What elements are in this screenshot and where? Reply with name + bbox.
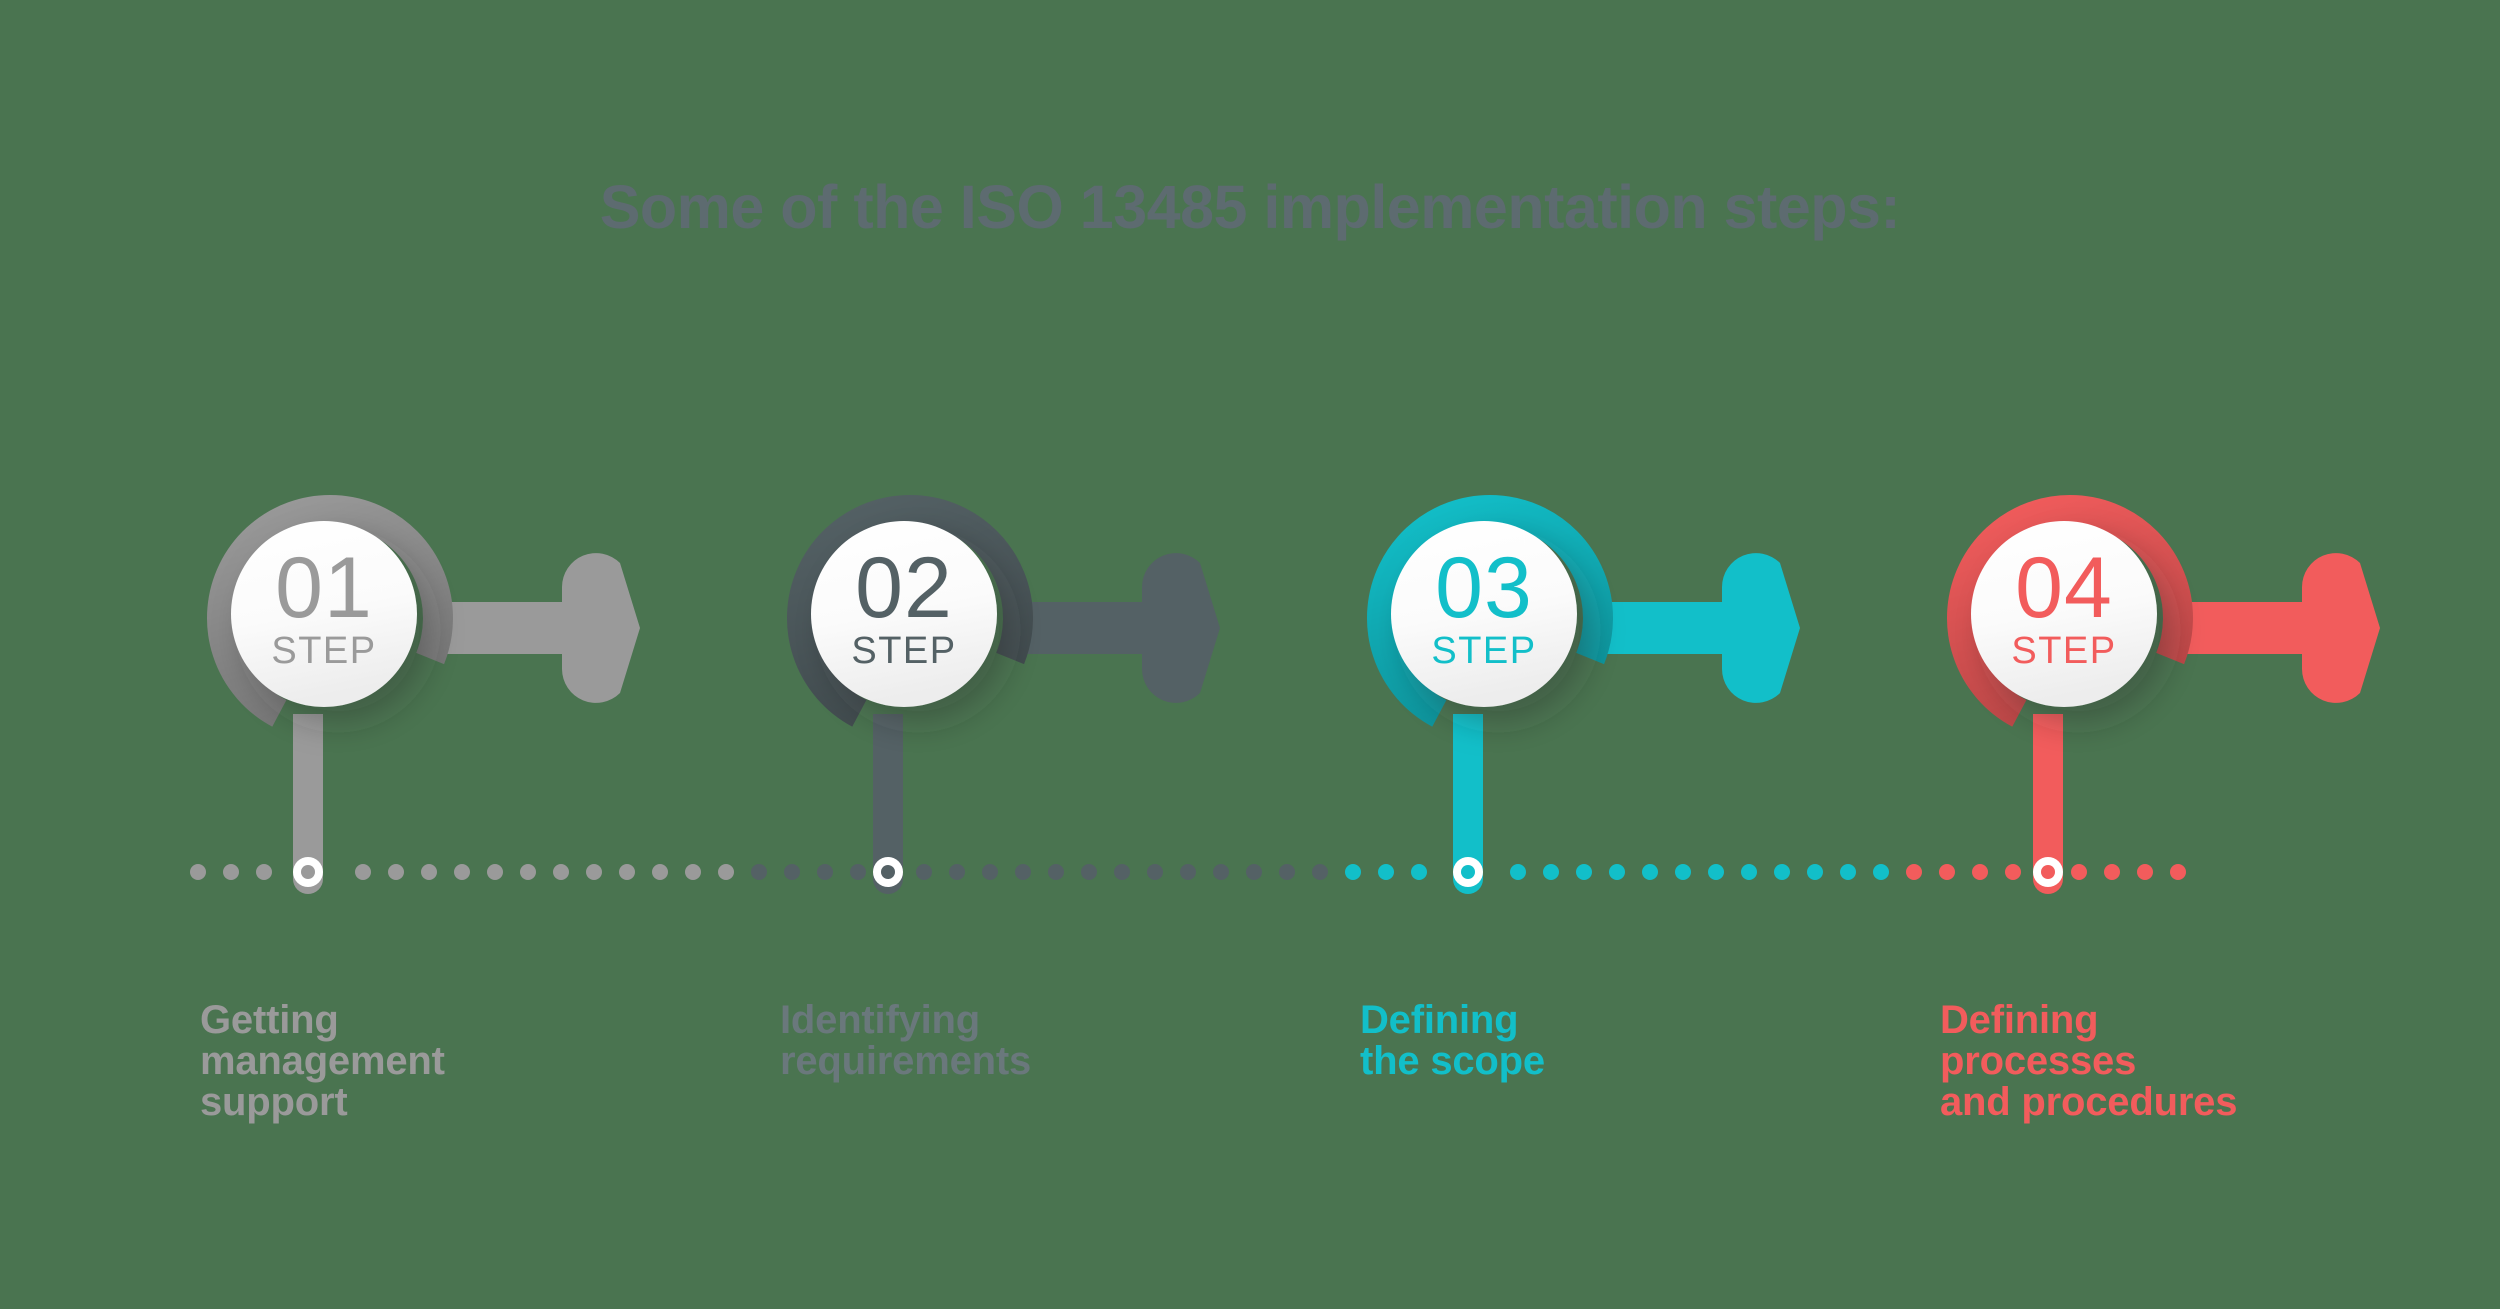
baseline-dot bbox=[1411, 864, 1427, 880]
stem-marker-inner bbox=[881, 865, 895, 879]
baseline-dot bbox=[1609, 864, 1625, 880]
step-caption-1: Getting management support bbox=[200, 998, 445, 1124]
step-disc bbox=[1971, 521, 2157, 707]
dotted-baseline bbox=[190, 864, 2186, 880]
stem-marker-inner bbox=[1461, 865, 1475, 879]
stem-marker-inner bbox=[301, 865, 315, 879]
baseline-dot bbox=[1114, 864, 1130, 880]
baseline-dot bbox=[586, 864, 602, 880]
baseline-dot bbox=[2137, 864, 2153, 880]
baseline-dot bbox=[454, 864, 470, 880]
step-caption-3: Defining the scope bbox=[1360, 998, 1545, 1083]
baseline-dot bbox=[1345, 864, 1361, 880]
step-caption-4: Defining processes and procedures bbox=[1940, 998, 2238, 1124]
step-disc bbox=[1391, 521, 1577, 707]
baseline-dot bbox=[850, 864, 866, 880]
baseline-dot bbox=[421, 864, 437, 880]
baseline-dot bbox=[1972, 864, 1988, 880]
step-arrow bbox=[428, 553, 640, 703]
baseline-dot bbox=[1807, 864, 1823, 880]
baseline-dot bbox=[1906, 864, 1922, 880]
baseline-dot bbox=[256, 864, 272, 880]
baseline-dot bbox=[553, 864, 569, 880]
baseline-dot bbox=[1015, 864, 1031, 880]
baseline-dot bbox=[1576, 864, 1592, 880]
stem-marker-inner bbox=[2041, 865, 2055, 879]
baseline-dot bbox=[652, 864, 668, 880]
baseline-dot bbox=[982, 864, 998, 880]
baseline-dot bbox=[520, 864, 536, 880]
step-disc bbox=[231, 521, 417, 707]
baseline-dot bbox=[1510, 864, 1526, 880]
baseline-dot bbox=[685, 864, 701, 880]
baseline-dot bbox=[2071, 864, 2087, 880]
baseline-dot bbox=[1279, 864, 1295, 880]
step-group-4 bbox=[1947, 495, 2380, 894]
baseline-dot bbox=[949, 864, 965, 880]
baseline-dot bbox=[2005, 864, 2021, 880]
step-arrow bbox=[2168, 553, 2380, 703]
baseline-dot bbox=[1708, 864, 1724, 880]
baseline-dot bbox=[355, 864, 371, 880]
baseline-dot bbox=[1081, 864, 1097, 880]
baseline-dot bbox=[1774, 864, 1790, 880]
step-caption-2: Identifying requirements bbox=[780, 998, 1032, 1083]
baseline-dot bbox=[1246, 864, 1262, 880]
step-arrow bbox=[1008, 553, 1220, 703]
baseline-dot bbox=[1048, 864, 1064, 880]
baseline-dot bbox=[1939, 864, 1955, 880]
step-group-2 bbox=[787, 495, 1220, 894]
baseline-dot bbox=[1147, 864, 1163, 880]
baseline-dot bbox=[2104, 864, 2120, 880]
baseline-dot bbox=[1213, 864, 1229, 880]
baseline-dot bbox=[190, 864, 206, 880]
step-disc bbox=[811, 521, 997, 707]
baseline-dot bbox=[1642, 864, 1658, 880]
baseline-dot bbox=[784, 864, 800, 880]
baseline-dot bbox=[751, 864, 767, 880]
baseline-dot bbox=[1873, 864, 1889, 880]
step-arrow bbox=[1588, 553, 1800, 703]
baseline-dot bbox=[1840, 864, 1856, 880]
infographic-canvas: Some of the ISO 13485 implementation ste… bbox=[0, 0, 2500, 1309]
baseline-dot bbox=[1180, 864, 1196, 880]
baseline-dot bbox=[817, 864, 833, 880]
baseline-dot bbox=[718, 864, 734, 880]
baseline-dot bbox=[1675, 864, 1691, 880]
baseline-dot bbox=[487, 864, 503, 880]
baseline-dot bbox=[388, 864, 404, 880]
baseline-dot bbox=[2170, 864, 2186, 880]
baseline-dot bbox=[1312, 864, 1328, 880]
baseline-dot bbox=[916, 864, 932, 880]
baseline-dot bbox=[619, 864, 635, 880]
baseline-dot bbox=[1741, 864, 1757, 880]
baseline-dot bbox=[223, 864, 239, 880]
baseline-dot bbox=[1543, 864, 1559, 880]
step-group-3 bbox=[1367, 495, 1800, 894]
step-group-1 bbox=[207, 495, 640, 894]
baseline-dot bbox=[1378, 864, 1394, 880]
